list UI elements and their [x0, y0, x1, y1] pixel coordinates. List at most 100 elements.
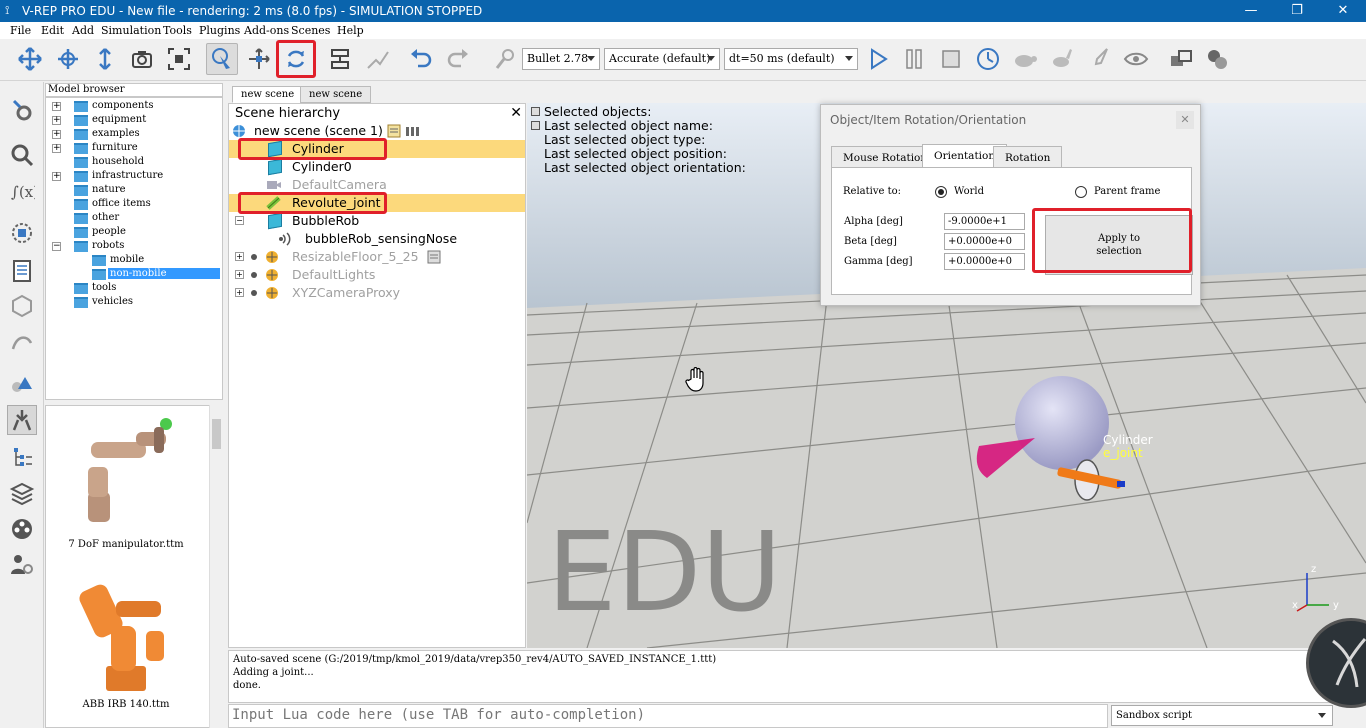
video-recorder-icon[interactable] [7, 514, 37, 544]
tree-item-equipment[interactable]: + equipment [50, 114, 220, 128]
tree-item-infrastructure[interactable]: + infrastructure [50, 170, 220, 184]
overlay-toggle[interactable] [531, 107, 540, 116]
camera-pan-icon[interactable] [14, 43, 46, 75]
expand-toggle[interactable]: + [235, 252, 244, 261]
tree-item-examples[interactable]: + examples [50, 128, 220, 142]
tree-item-mobile[interactable]: mobile [50, 254, 220, 268]
calculation-modules-icon[interactable] [7, 140, 37, 170]
gamma-input[interactable]: +0.0000e+0 [944, 253, 1025, 270]
expand-toggle[interactable]: + [52, 116, 61, 125]
tree-item-nature[interactable]: nature [50, 184, 220, 198]
scene-hierarchy-icon[interactable] [7, 442, 37, 472]
hierarchy-row-sensingnose[interactable]: bubbleRob_sensingNose [229, 230, 525, 248]
radio-parent-frame[interactable] [1075, 186, 1087, 198]
collapse-toggle[interactable]: − [52, 242, 61, 251]
tree-item-people[interactable]: people [50, 226, 220, 240]
scene-selector-icon[interactable] [1201, 43, 1233, 75]
script-target-select[interactable]: Sandbox script [1111, 705, 1333, 726]
tree-item-robots[interactable]: − robots [50, 240, 220, 254]
speed-up-icon[interactable] [1046, 43, 1078, 75]
layers-icon[interactable] [7, 478, 37, 508]
abb-irb140-thumbnail[interactable] [66, 571, 186, 696]
menu-plugins[interactable]: Plugins [199, 24, 240, 37]
undo-icon[interactable] [405, 43, 437, 75]
hierarchy-row-cylinder0[interactable]: Cylinder0 [229, 158, 525, 176]
visualization-toggle-icon[interactable] [1120, 43, 1152, 75]
customization-script-icon[interactable] [405, 124, 421, 138]
camera-shift-icon[interactable] [89, 43, 121, 75]
transfer-dna-icon[interactable] [361, 43, 393, 75]
tab-rotation[interactable]: Rotation [993, 146, 1063, 168]
timestep-select[interactable]: dt=50 ms (default) [724, 48, 858, 70]
expand-toggle[interactable]: + [235, 270, 244, 279]
shape-edit-icon[interactable] [7, 290, 37, 320]
script-icon[interactable] [427, 250, 441, 264]
menu-add[interactable]: Add [72, 24, 94, 37]
hierarchy-row-defaultlights[interactable]: + DefaultLights [229, 266, 525, 284]
simulation-settings-icon[interactable] [7, 96, 37, 126]
tab-new-scene-2[interactable]: new scene [300, 86, 372, 103]
tree-item-household[interactable]: household [50, 156, 220, 170]
model-browser-icon[interactable] [7, 405, 37, 435]
camera-angle-icon[interactable] [126, 43, 158, 75]
menu-scenes[interactable]: Scenes [291, 24, 330, 37]
menu-help[interactable]: Help [337, 24, 364, 37]
scrollbar-thumb[interactable] [212, 419, 221, 449]
physics-engine-select[interactable]: Bullet 2.78 [522, 48, 600, 70]
camera-rotate-icon[interactable] [52, 43, 84, 75]
dynamics-toggle-icon[interactable] [490, 43, 522, 75]
math-function-icon[interactable]: ∫(x) [7, 176, 37, 206]
minimize-button[interactable]: — [1228, 0, 1274, 22]
script-icon[interactable] [387, 124, 401, 138]
tree-item-non-mobile[interactable]: non-mobile [50, 268, 220, 282]
tree-item-furniture[interactable]: + furniture [50, 142, 220, 156]
dialog-close-icon[interactable]: ✕ [1176, 111, 1194, 129]
tree-item-vehicles[interactable]: vehicles [50, 296, 220, 310]
fit-to-view-icon[interactable] [163, 43, 195, 75]
tree-item-other[interactable]: other [50, 212, 220, 226]
thumbnails-scrollbar[interactable] [209, 405, 223, 728]
beta-input[interactable]: +0.0000e+0 [944, 233, 1025, 250]
assemble-icon[interactable] [324, 43, 356, 75]
path-edit-icon[interactable] [7, 327, 37, 357]
tree-item-tools[interactable]: tools [50, 282, 220, 296]
menu-simulation[interactable]: Simulation [101, 24, 161, 37]
overlay-toggle[interactable] [531, 121, 540, 130]
tab-new-scene-1[interactable]: new scene [232, 86, 304, 103]
collapse-toggle[interactable]: − [235, 216, 244, 225]
alpha-input[interactable]: -9.0000e+1 [944, 213, 1025, 230]
menu-file[interactable]: File [10, 24, 31, 37]
page-selector-icon[interactable] [1165, 43, 1197, 75]
object-shift-icon[interactable] [243, 43, 275, 75]
manipulator-thumbnail[interactable] [66, 412, 186, 542]
realtime-mode-icon[interactable] [972, 43, 1004, 75]
stop-simulation-icon[interactable] [935, 43, 967, 75]
menu-edit[interactable]: Edit [41, 24, 64, 37]
hierarchy-row-xyzcameraproxy[interactable]: + XYZCameraProxy [229, 284, 525, 302]
selection-icon[interactable] [7, 370, 37, 400]
menu-tools[interactable]: Tools [163, 24, 192, 37]
redo-icon[interactable] [442, 43, 474, 75]
tree-item-components[interactable]: + components [50, 100, 220, 114]
close-window-button[interactable]: ✕ [1320, 0, 1366, 22]
start-simulation-icon[interactable] [862, 43, 894, 75]
menu-addons[interactable]: Add-ons [244, 24, 289, 37]
expand-toggle[interactable]: + [52, 172, 61, 181]
expand-toggle[interactable]: + [52, 130, 61, 139]
scripts-icon[interactable] [7, 256, 37, 286]
radio-world[interactable] [935, 186, 947, 198]
hierarchy-row-bubblerob[interactable]: − BubbleRob [229, 212, 525, 230]
tree-item-office-items[interactable]: office items [50, 198, 220, 212]
pause-simulation-icon[interactable] [898, 43, 930, 75]
lua-command-input[interactable]: Input Lua code here (use TAB for auto-co… [228, 704, 1108, 728]
object-click-selection-icon[interactable] [206, 43, 238, 75]
accuracy-select[interactable]: Accurate (default) [604, 48, 720, 70]
threaded-rendering-icon[interactable] [1084, 43, 1116, 75]
slow-down-icon[interactable] [1009, 43, 1041, 75]
expand-toggle[interactable]: + [52, 102, 61, 111]
hierarchy-row-resizablefloor[interactable]: + ResizableFloor_5_25 [229, 248, 525, 266]
expand-toggle[interactable]: + [52, 144, 61, 153]
maximize-button[interactable]: ❐ [1274, 0, 1320, 22]
close-icon[interactable]: ✕ [510, 105, 522, 121]
collections-icon[interactable] [7, 218, 37, 248]
